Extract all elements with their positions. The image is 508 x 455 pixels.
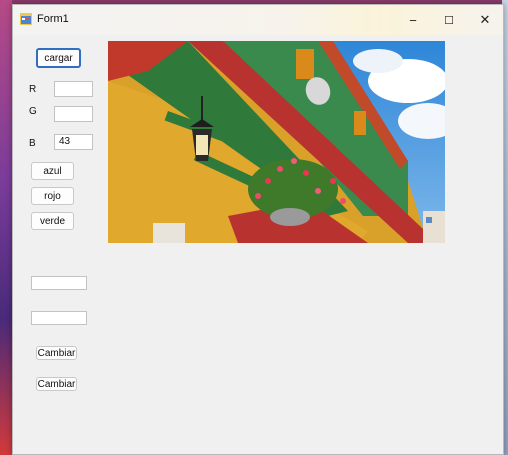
b-textbox[interactable]: 43 (54, 134, 93, 150)
maximize-icon: ☐ (444, 14, 454, 27)
minimize-icon: − (409, 12, 417, 28)
minimize-button[interactable]: − (395, 5, 431, 35)
cargar-button[interactable]: cargar (36, 48, 81, 68)
label-b: B (29, 138, 36, 149)
label-r: R (29, 84, 37, 95)
azul-button[interactable]: azul (31, 162, 74, 180)
label-g: G (29, 106, 37, 117)
maximize-button[interactable]: ☐ (431, 5, 467, 35)
cambiar-button-2[interactable]: Cambiar (36, 377, 77, 391)
text-input-1[interactable] (31, 276, 87, 290)
picture-box (108, 41, 445, 243)
close-button[interactable]: ✕ (467, 5, 503, 35)
cambiar-button-1[interactable]: Cambiar (36, 346, 77, 360)
verde-button[interactable]: verde (31, 212, 74, 230)
form-window: Form1 − ☐ ✕ cargar R G B 43 azul rojo ve… (12, 4, 504, 455)
colorful-building-photo (108, 41, 445, 243)
r-textbox[interactable] (54, 81, 93, 97)
title-bar[interactable]: Form1 − ☐ ✕ (13, 5, 503, 35)
text-input-2[interactable] (31, 311, 87, 325)
window-title: Form1 (37, 13, 69, 25)
form-app-icon (20, 13, 32, 25)
close-icon: ✕ (479, 12, 491, 27)
desktop-background-left (0, 0, 12, 455)
rojo-button[interactable]: rojo (31, 187, 74, 205)
g-textbox[interactable] (54, 106, 93, 122)
